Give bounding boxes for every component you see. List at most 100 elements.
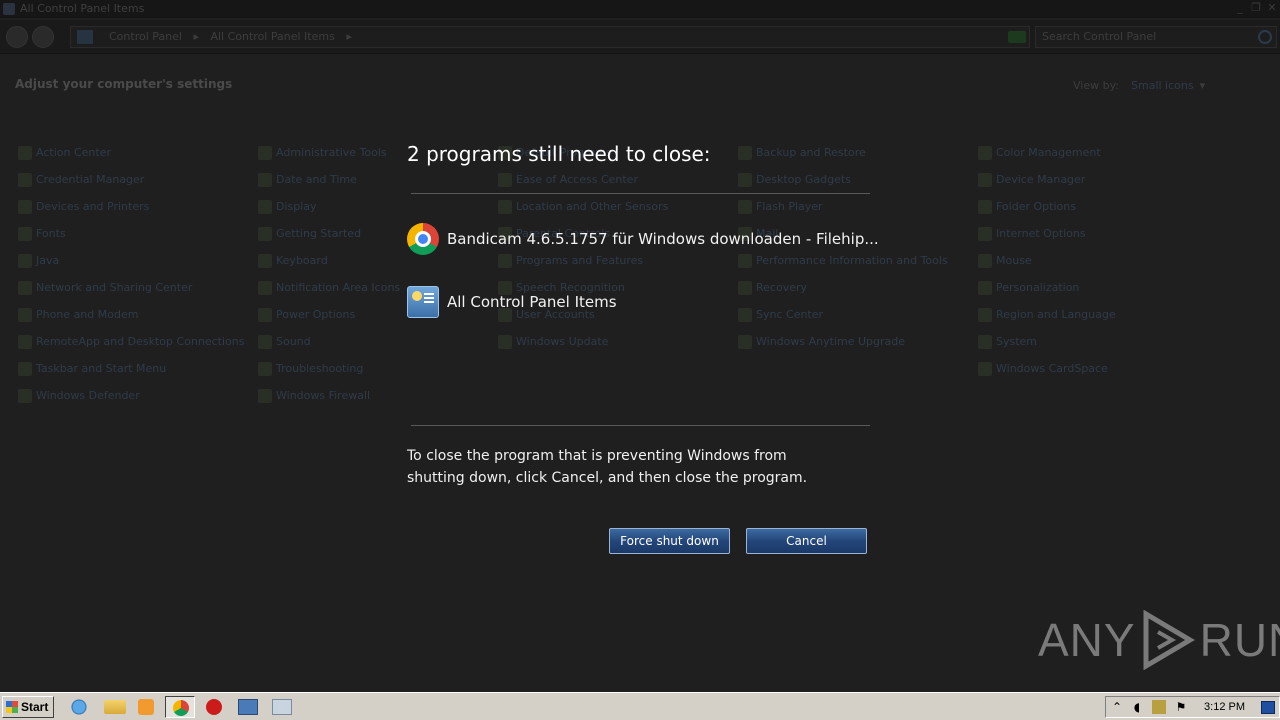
view-by: View by: Small icons ▾ xyxy=(1073,79,1205,92)
control-panel-item[interactable]: Credential Manager xyxy=(18,172,144,188)
flag-icon[interactable]: ⚑ xyxy=(1174,700,1188,714)
control-panel-item[interactable]: Network and Sharing Center xyxy=(18,280,192,296)
control-panel-item[interactable]: RemoteApp and Desktop Connections xyxy=(18,334,244,350)
control-panel-item-label: Display xyxy=(276,200,317,213)
window-titlebar[interactable]: All Control Panel Items _ ❐ ✕ xyxy=(0,0,1280,18)
address-bar[interactable]: Control Panel ▸ All Control Panel Items … xyxy=(70,26,1030,48)
control-panel-item[interactable]: Windows CardSpace xyxy=(978,361,1108,377)
control-panel-item-label: Desktop Gadgets xyxy=(756,173,851,186)
control-panel-item[interactable]: Device Manager xyxy=(978,172,1085,188)
control-panel-item[interactable]: Windows Anytime Upgrade xyxy=(738,334,905,350)
chevron-right-icon[interactable]: ▸ xyxy=(193,30,199,43)
control-panel-item[interactable]: Backup and Restore xyxy=(738,145,866,161)
control-panel-item[interactable]: Java xyxy=(18,253,59,269)
control-panel-item-label: Fonts xyxy=(36,227,66,240)
program-label: Bandicam 4.6.5.1757 für Windows download… xyxy=(447,230,879,248)
minimize-button[interactable]: _ xyxy=(1232,0,1248,16)
forward-button[interactable] xyxy=(32,26,54,48)
item-icon xyxy=(18,335,32,349)
item-icon xyxy=(738,335,752,349)
watermark-logo: ANY RUN xyxy=(1038,608,1280,672)
control-panel-item[interactable]: Power Options xyxy=(258,307,355,323)
control-panel-item[interactable]: Windows Defender xyxy=(18,388,140,404)
media-player-icon[interactable] xyxy=(138,699,154,715)
chevron-down-icon[interactable]: ▾ xyxy=(1200,79,1206,92)
control-panel-item[interactable]: Windows Update xyxy=(498,334,608,350)
maximize-button[interactable]: ❐ xyxy=(1248,0,1264,16)
control-panel-item[interactable]: Taskbar and Start Menu xyxy=(18,361,166,377)
control-panel-item[interactable]: Windows Firewall xyxy=(258,388,370,404)
control-panel-item[interactable]: Action Center xyxy=(18,145,111,161)
search-icon[interactable] xyxy=(1258,30,1272,44)
control-panel-item[interactable]: Folder Options xyxy=(978,199,1076,215)
clock[interactable]: 3:12 PM xyxy=(1204,701,1245,713)
control-panel-item[interactable]: Programs and Features xyxy=(498,253,643,269)
control-panel-item[interactable]: Troubleshooting xyxy=(258,361,363,377)
control-panel-item[interactable]: Recovery xyxy=(738,280,807,296)
opera-icon[interactable] xyxy=(206,699,222,715)
back-button[interactable] xyxy=(6,26,28,48)
control-panel-item[interactable]: Desktop Gadgets xyxy=(738,172,851,188)
internet-explorer-icon[interactable] xyxy=(68,697,90,717)
item-icon xyxy=(18,362,32,376)
show-hidden-icons-icon[interactable]: ⌃ xyxy=(1110,700,1124,714)
item-icon xyxy=(258,254,272,268)
show-desktop-button[interactable] xyxy=(1261,701,1275,714)
control-panel-item[interactable]: Personalization xyxy=(978,280,1079,296)
control-panel-item[interactable]: Date and Time xyxy=(258,172,357,188)
control-panel-item[interactable]: Color Management xyxy=(978,145,1101,161)
breadcrumb-control-panel[interactable]: Control Panel xyxy=(109,30,182,43)
control-panel-item[interactable]: Keyboard xyxy=(258,253,328,269)
folder-icon[interactable] xyxy=(104,700,126,714)
control-panel-item[interactable]: Notification Area Icons xyxy=(258,280,400,296)
view-by-dropdown[interactable]: Small icons xyxy=(1131,79,1194,92)
control-panel-item[interactable]: Sound xyxy=(258,334,311,350)
refresh-icon[interactable] xyxy=(1008,31,1026,43)
window-taskbar-icon[interactable] xyxy=(272,699,292,715)
search-input[interactable]: Search Control Panel xyxy=(1035,26,1277,48)
control-panel-item[interactable]: Ease of Access Center xyxy=(498,172,638,188)
control-panel-item[interactable]: Location and Other Sensors xyxy=(498,199,668,215)
chrome-taskbar-button[interactable] xyxy=(165,696,195,718)
breadcrumb-all-items[interactable]: All Control Panel Items xyxy=(210,30,334,43)
play-icon xyxy=(1143,610,1195,670)
control-panel-item[interactable]: Phone and Modem xyxy=(18,307,138,323)
item-icon xyxy=(738,173,752,187)
control-panel-item[interactable]: Administrative Tools xyxy=(258,145,387,161)
force-shut-down-button[interactable]: Force shut down xyxy=(609,528,730,554)
start-button[interactable]: Start xyxy=(2,696,54,718)
control-panel-item[interactable]: Getting Started xyxy=(258,226,361,242)
control-panel-item[interactable]: Performance Information and Tools xyxy=(738,253,948,269)
cancel-button[interactable]: Cancel xyxy=(746,528,867,554)
control-panel-item[interactable]: Flash Player xyxy=(738,199,823,215)
control-panel-item-label: Windows Anytime Upgrade xyxy=(756,335,905,348)
taskbar: Start ⌃ ◖ ⚑ 3:12 PM xyxy=(0,692,1280,720)
control-panel-item[interactable]: Devices and Printers xyxy=(18,199,149,215)
close-button[interactable]: ✕ xyxy=(1264,0,1280,16)
control-panel-item-label: Devices and Printers xyxy=(36,200,150,213)
volume-icon[interactable]: ◖ xyxy=(1130,700,1144,714)
control-panel-item-label: Troubleshooting xyxy=(276,362,364,375)
program-row: Bandicam 4.6.5.1757 für Windows download… xyxy=(407,223,879,255)
item-icon xyxy=(498,254,512,268)
network-icon[interactable] xyxy=(1152,700,1166,714)
control-panel-item[interactable]: Fonts xyxy=(18,226,66,242)
control-panel-item-label: Location and Other Sensors xyxy=(516,200,669,213)
control-panel-item[interactable]: Internet Options xyxy=(978,226,1086,242)
control-panel-item[interactable]: Display xyxy=(258,199,317,215)
item-icon xyxy=(738,308,752,322)
item-icon xyxy=(978,335,992,349)
control-panel-icon xyxy=(77,30,93,44)
control-panel-item[interactable]: Region and Language xyxy=(978,307,1116,323)
control-panel-taskbar-icon[interactable] xyxy=(238,699,258,715)
divider xyxy=(411,425,870,426)
item-icon xyxy=(258,173,272,187)
control-panel-item-label: Network and Sharing Center xyxy=(36,281,193,294)
dialog-instructions: To close the program that is preventing … xyxy=(407,448,808,486)
control-panel-item[interactable]: System xyxy=(978,334,1037,350)
chevron-right-icon[interactable]: ▸ xyxy=(346,30,352,43)
control-panel-item[interactable]: Mouse xyxy=(978,253,1032,269)
control-panel-item[interactable]: Sync Center xyxy=(738,307,823,323)
item-icon xyxy=(258,227,272,241)
control-panel-item-label: Sync Center xyxy=(756,308,824,321)
